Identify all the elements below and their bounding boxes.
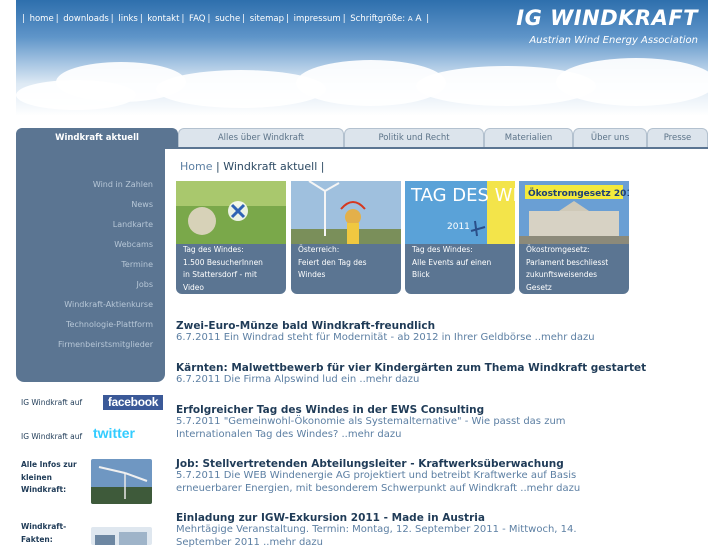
tab-ueber-uns[interactable]: Über uns	[573, 128, 647, 147]
sidebar-item-jobs[interactable]: Jobs	[137, 280, 154, 289]
news-title-link[interactable]: Erfolgreicher Tag des Windes in der EWS …	[176, 404, 616, 416]
tab-presse[interactable]: Presse	[647, 128, 708, 147]
news-teaser: Mehrtägige Veranstaltung. Termin: Montag…	[176, 524, 577, 548]
news-teaser: 6.7.2011 Ein Windrad steht für Modernitä…	[176, 332, 595, 343]
card-text: Tag des Windes: Alle Events auf einen Bl…	[412, 245, 492, 279]
breadcrumb-separator: |	[320, 160, 325, 173]
sidebar-item-termine[interactable]: Termine	[121, 260, 153, 269]
facebook-label: IG Windkraft auf	[21, 398, 83, 407]
breadcrumb-current: Windkraft aktuell	[223, 160, 318, 173]
breadcrumb-home[interactable]: Home	[180, 160, 212, 173]
topnav-kontakt[interactable]: kontakt	[147, 14, 179, 24]
sidebar-navigation: Wind in Zahlen News Landkarte Webcams Te…	[16, 149, 165, 382]
news-item: Zwei-Euro-Münze bald Windkraft-freundlic…	[176, 320, 616, 345]
card-text: Österreich: Feiert den Tag des Windes	[298, 245, 367, 279]
small-wind-promo-text: Alle Infos zur kleinen Windkraft:	[21, 460, 77, 494]
news-item: Einladung zur IGW-Exkursion 2011 - Made …	[176, 512, 616, 549]
breadcrumb-separator: |	[215, 160, 220, 173]
news-title-link[interactable]: Einladung zur IGW-Exkursion 2011 - Made …	[176, 512, 616, 524]
topnav-links[interactable]: links	[118, 14, 137, 24]
sidebar-item-news[interactable]: News	[131, 200, 153, 209]
card-text: Ökostromgesetz: Parlament beschliesst zu…	[526, 245, 609, 292]
news-teaser: 5.7.2011 Die WEB Windenergie AG projekti…	[176, 470, 581, 494]
card-image	[291, 181, 401, 244]
twitter-label: IG Windkraft auf	[21, 432, 83, 441]
news-teaser: 6.7.2011 Die Firma Alpswind lud ein ..me…	[176, 374, 420, 385]
card-image	[176, 181, 286, 244]
card-text: Tag des Windes: 1.500 BesucherInnen in S…	[183, 245, 263, 292]
sidebar-item-wind-in-zahlen[interactable]: Wind in Zahlen	[93, 180, 153, 189]
tab-windkraft-aktuell[interactable]: Windkraft aktuell	[16, 128, 178, 149]
tab-materialien[interactable]: Materialien	[484, 128, 573, 147]
card-image: TAG DES WINDES 2011	[405, 181, 515, 244]
small-wind-thumbnail[interactable]	[91, 459, 152, 504]
news-title-link[interactable]: Kärnten: Malwettbewerb für vier Kindergä…	[176, 362, 646, 374]
feature-card[interactable]: Tag des Windes: 1.500 BesucherInnen in S…	[176, 181, 286, 294]
topnav-home[interactable]: home	[30, 14, 54, 24]
sidebar-item-landkarte[interactable]: Landkarte	[113, 220, 153, 229]
card-image-banner: Ökostromgesetz 2012	[528, 188, 629, 199]
topnav-sitemap[interactable]: sitemap	[250, 14, 284, 24]
topnav-downloads[interactable]: downloads	[63, 14, 109, 24]
font-size-small-button[interactable]: A	[408, 15, 413, 23]
tab-alles-ueber-windkraft[interactable]: Alles über Windkraft	[178, 128, 344, 147]
topnav-impressum[interactable]: impressum	[294, 14, 341, 24]
sidebar-item-aktienkurse[interactable]: Windkraft-Aktienkurse	[64, 300, 153, 309]
news-title-link[interactable]: Job: Stellvertretenden Abteilungsleiter …	[176, 458, 616, 470]
main-tabs: Windkraft aktuell Alles über Windkraft P…	[16, 128, 708, 149]
facts-thumbnail[interactable]	[91, 527, 152, 545]
card-image: Ökostromgesetz 2012	[519, 181, 629, 244]
news-teaser: 5.7.2011 "Gemeinwohl-Ökonomie als System…	[176, 416, 566, 440]
site-logo-title[interactable]: IG WINDKRAFT	[516, 6, 698, 30]
feature-card[interactable]: Österreich: Feiert den Tag des Windes	[291, 181, 401, 294]
facts-promo-text: Windkraft- Fakten:	[21, 522, 67, 544]
top-navigation: | home | downloads | links | kontakt | FAQ | …	[22, 14, 430, 24]
font-size-label: Schriftgröße:	[350, 14, 406, 24]
topnav-faq[interactable]: FAQ	[189, 14, 205, 24]
news-item: Kärnten: Malwettbewerb für vier Kindergä…	[176, 362, 646, 387]
feature-card[interactable]: Ökostromgesetz 2012 Ökostromgesetz: Parl…	[519, 181, 629, 294]
topnav-suche[interactable]: suche	[215, 14, 240, 24]
news-item: Erfolgreicher Tag des Windes in der EWS …	[176, 404, 616, 441]
twitter-logo-link[interactable]: twitter	[93, 425, 135, 441]
card-image-year: 2011	[447, 222, 470, 232]
breadcrumb: Home | Windkraft aktuell |	[180, 160, 324, 173]
card-image-text: TAG DES WINDES	[410, 185, 515, 206]
tab-politik-und-recht[interactable]: Politik und Recht	[344, 128, 484, 147]
header-banner: | home | downloads | links | kontakt | FAQ | …	[16, 0, 708, 116]
sidebar-item-webcams[interactable]: Webcams	[114, 240, 153, 249]
news-title-link[interactable]: Zwei-Euro-Münze bald Windkraft-freundlic…	[176, 320, 616, 332]
site-logo-subtitle: Austrian Wind Energy Association	[529, 35, 698, 46]
font-size-large-button[interactable]: A	[415, 14, 421, 24]
sidebar-item-firmenbeirat[interactable]: Firmenbeirstsmitglieder	[58, 340, 153, 349]
sidebar-item-technologie-plattform[interactable]: Technologie-Plattform	[66, 320, 153, 329]
news-item: Job: Stellvertretenden Abteilungsleiter …	[176, 458, 616, 495]
feature-card[interactable]: TAG DES WINDES 2011 Tag des Windes: Alle…	[405, 181, 515, 294]
facebook-logo-link[interactable]: facebook	[103, 395, 163, 410]
